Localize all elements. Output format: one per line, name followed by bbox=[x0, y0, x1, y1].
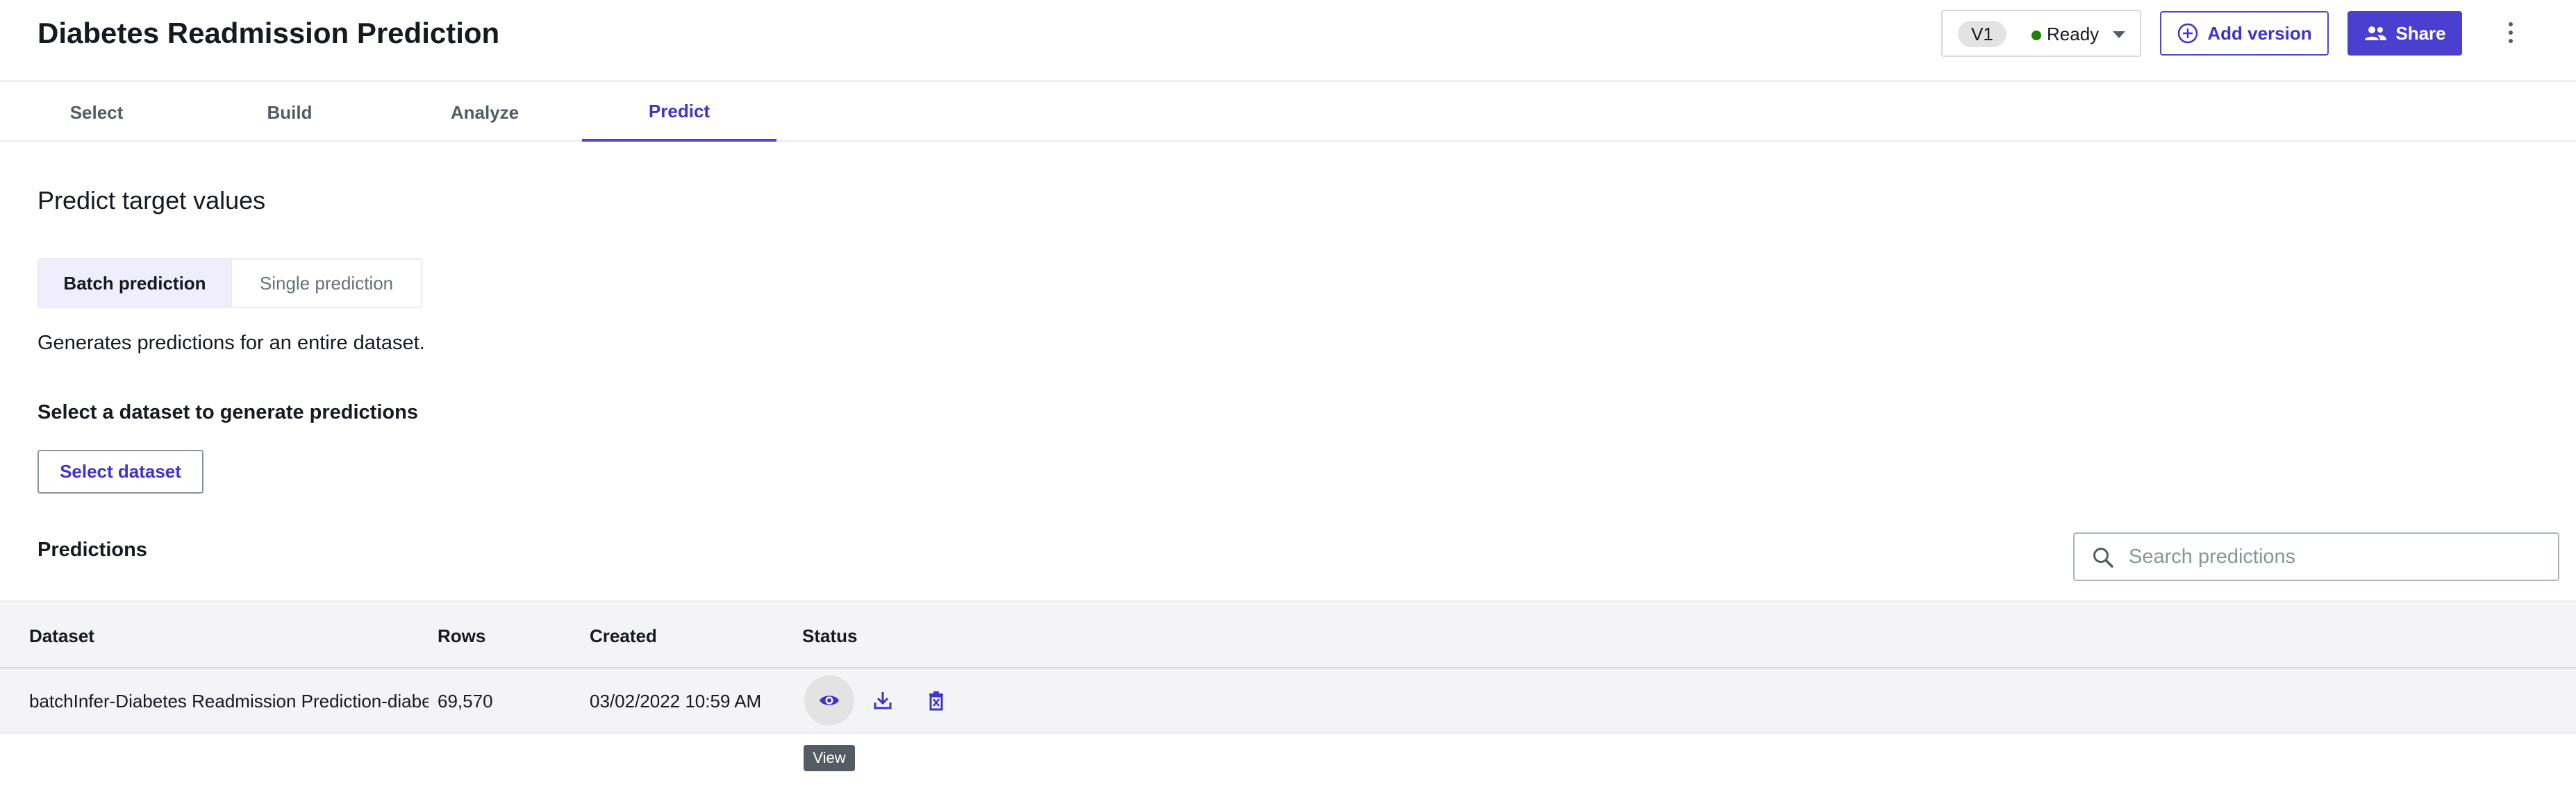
cell-created: 03/02/2022 10:59 AM bbox=[590, 691, 762, 712]
view-tooltip: View bbox=[804, 745, 855, 771]
workflow-tabs: Select Build Analyze Predict bbox=[0, 83, 2576, 142]
predictions-table-header: Dataset Rows Created Status bbox=[0, 600, 2576, 668]
plus-circle-icon bbox=[2178, 23, 2198, 44]
cell-dataset: batchInfer-Diabetes Readmission Predicti… bbox=[29, 691, 429, 712]
tab-predict[interactable]: Predict bbox=[582, 83, 776, 142]
select-dataset-button[interactable]: Select dataset bbox=[38, 450, 203, 494]
single-prediction-tab[interactable]: Single prediction bbox=[232, 260, 421, 307]
caret-down-icon bbox=[2113, 31, 2125, 38]
column-header-dataset[interactable]: Dataset bbox=[29, 625, 94, 647]
kebab-dot bbox=[2509, 39, 2513, 43]
batch-prediction-tab[interactable]: Batch prediction bbox=[39, 260, 232, 307]
download-icon bbox=[874, 692, 892, 709]
status-dot-icon bbox=[2031, 31, 2041, 40]
column-header-created[interactable]: Created bbox=[590, 625, 657, 647]
column-header-rows[interactable]: Rows bbox=[438, 625, 485, 647]
search-predictions-input[interactable] bbox=[2129, 541, 2538, 573]
version-status: Ready bbox=[2047, 24, 2100, 44]
view-button[interactable] bbox=[804, 675, 854, 725]
version-selector[interactable]: V1 Ready bbox=[1941, 10, 2141, 57]
delete-button[interactable] bbox=[911, 675, 961, 725]
share-label: Share bbox=[2395, 22, 2446, 44]
add-version-button[interactable]: Add version bbox=[2160, 11, 2329, 56]
predictions-heading: Predictions bbox=[38, 539, 147, 561]
table-row: batchInfer-Diabetes Readmission Predicti… bbox=[0, 668, 2576, 734]
kebab-icon[interactable] bbox=[2500, 15, 2521, 50]
tab-select[interactable]: Select bbox=[0, 83, 193, 142]
add-version-label: Add version bbox=[2207, 22, 2312, 44]
kebab-dot bbox=[2509, 31, 2513, 35]
delete-icon bbox=[929, 691, 943, 711]
version-badge: V1 bbox=[1958, 21, 2006, 47]
page-header: Diabetes Readmission Prediction V1 Ready… bbox=[0, 0, 2576, 82]
share-button[interactable]: Share bbox=[2348, 11, 2462, 56]
prediction-mode-toggle: Batch prediction Single prediction bbox=[38, 258, 422, 308]
search-box bbox=[2073, 532, 2559, 581]
page-title: Diabetes Readmission Prediction bbox=[38, 17, 500, 49]
tab-analyze[interactable]: Analyze bbox=[388, 83, 582, 142]
search-icon bbox=[2093, 548, 2113, 568]
eye-icon bbox=[820, 696, 839, 705]
column-header-status[interactable]: Status bbox=[802, 625, 857, 647]
select-dataset-heading: Select a dataset to generate predictions bbox=[38, 401, 418, 423]
cell-rows: 69,570 bbox=[438, 691, 493, 712]
download-button[interactable] bbox=[858, 675, 908, 725]
kebab-dot bbox=[2509, 22, 2513, 26]
mode-description: Generates predictions for an entire data… bbox=[38, 332, 425, 354]
section-title: Predict target values bbox=[38, 186, 266, 215]
tab-build[interactable]: Build bbox=[193, 83, 386, 142]
users-icon bbox=[2365, 26, 2387, 40]
